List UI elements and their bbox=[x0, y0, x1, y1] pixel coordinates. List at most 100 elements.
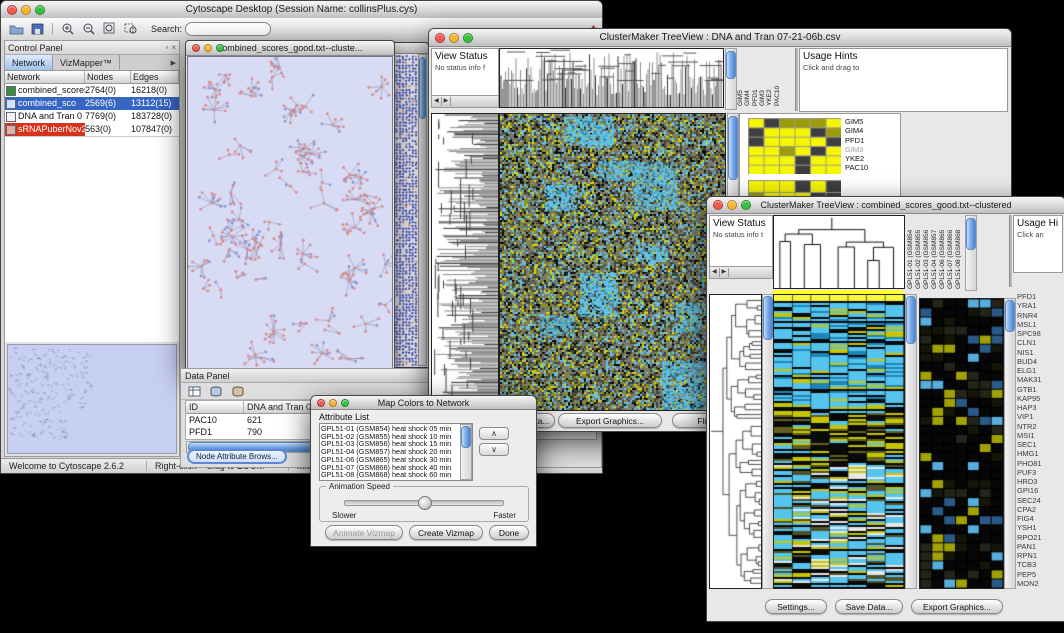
gene-label[interactable]: FIG4 bbox=[1017, 514, 1063, 523]
gene-label[interactable]: HRD3 bbox=[1017, 477, 1063, 486]
gene-label[interactable]: RPO21 bbox=[1017, 533, 1063, 542]
minimize-icon[interactable] bbox=[727, 200, 737, 210]
col-id[interactable]: ID bbox=[186, 401, 244, 413]
column-label[interactable]: GPL51-02 (GSM855 bbox=[915, 215, 923, 289]
gene-label[interactable]: TCB3 bbox=[1017, 560, 1063, 569]
column-label[interactable]: PAC10 bbox=[774, 48, 781, 106]
tv2-zoom-scrollbar[interactable] bbox=[1004, 298, 1016, 589]
gene-label[interactable]: CLN1 bbox=[1017, 338, 1063, 347]
gene-label[interactable]: GTB1 bbox=[1017, 385, 1063, 394]
search-input[interactable] bbox=[185, 22, 271, 36]
zoom-fit-icon[interactable] bbox=[101, 21, 119, 36]
matrix-row-label[interactable]: YKE2 bbox=[845, 154, 868, 163]
animate-vizmap-button[interactable]: Animate Vizmap bbox=[325, 525, 403, 540]
close-icon[interactable] bbox=[192, 44, 200, 52]
save-icon[interactable] bbox=[28, 21, 46, 36]
treeview-button[interactable]: Export Graphics... bbox=[911, 599, 1003, 614]
gene-label[interactable]: RPN1 bbox=[1017, 551, 1063, 560]
gene-label[interactable]: PHO81 bbox=[1017, 459, 1063, 468]
import-table-icon[interactable] bbox=[207, 384, 225, 399]
gene-label[interactable]: PAN1 bbox=[1017, 542, 1063, 551]
matrix-row-label[interactable]: GIM4 bbox=[845, 126, 868, 135]
done-button[interactable]: Done bbox=[489, 525, 529, 540]
zoom-out-icon[interactable] bbox=[80, 21, 98, 36]
select-attributes-icon[interactable] bbox=[185, 384, 203, 399]
scroll-right-icon[interactable]: ▶ bbox=[720, 268, 730, 277]
treeview-button[interactable]: Save Data... bbox=[835, 599, 903, 614]
minimize-icon[interactable] bbox=[329, 399, 337, 407]
dense-network-canvas[interactable] bbox=[391, 54, 418, 366]
secondary-network-scrollbar[interactable] bbox=[418, 54, 427, 366]
slider-thumb[interactable] bbox=[418, 496, 432, 510]
gene-label[interactable]: MSL1 bbox=[1017, 320, 1063, 329]
column-label[interactable]: GPL51-04 (GSM857 bbox=[931, 215, 939, 289]
gene-label[interactable]: HAP3 bbox=[1017, 403, 1063, 412]
column-label[interactable]: GPL51-06 (GSM865 bbox=[939, 215, 947, 289]
open-folder-icon[interactable] bbox=[7, 21, 25, 36]
tv2-heatmap-scrollbar[interactable] bbox=[905, 294, 917, 589]
tv2-column-scrollbar[interactable] bbox=[965, 215, 977, 291]
attribute-list-scrollbar[interactable] bbox=[460, 424, 472, 480]
tv1-column-dendrogram-canvas[interactable] bbox=[499, 48, 724, 108]
tv1-row-dendrogram-canvas[interactable] bbox=[431, 113, 499, 411]
close-panel-icon[interactable]: × bbox=[171, 44, 176, 52]
gene-label[interactable]: SEC24 bbox=[1017, 496, 1063, 505]
move-down-button[interactable]: ∨ bbox=[479, 443, 509, 456]
col-network[interactable]: Network bbox=[5, 71, 85, 83]
gene-label[interactable]: ELG1 bbox=[1017, 366, 1063, 375]
clear-table-icon[interactable] bbox=[229, 384, 247, 399]
tab-network[interactable]: Network bbox=[5, 55, 53, 70]
dialog-titlebar[interactable]: Map Colors to Network bbox=[311, 396, 536, 410]
gene-label[interactable]: NTR2 bbox=[1017, 422, 1063, 431]
network-overview[interactable] bbox=[7, 344, 177, 454]
move-up-button[interactable]: ∧ bbox=[479, 427, 509, 440]
gene-label[interactable]: MAK31 bbox=[1017, 375, 1063, 384]
gene-label[interactable]: YRA1 bbox=[1017, 301, 1063, 310]
tv1-similarity-matrix-canvas[interactable] bbox=[748, 118, 841, 174]
zoom-selection-icon[interactable] bbox=[122, 21, 140, 36]
treeview-dna-titlebar[interactable]: ClusterMaker TreeView : DNA and Tran 07-… bbox=[429, 29, 1011, 47]
network-graph-canvas[interactable] bbox=[188, 57, 392, 368]
col-nodes[interactable]: Nodes bbox=[85, 71, 131, 83]
split-divider[interactable] bbox=[795, 48, 798, 111]
column-label[interactable]: GPL51-07 (GSM866 bbox=[947, 215, 955, 289]
create-vizmap-button[interactable]: Create Vizmap bbox=[409, 525, 483, 540]
matrix-row-label[interactable]: GIM3 bbox=[845, 145, 868, 154]
animation-speed-slider[interactable] bbox=[344, 500, 504, 506]
tv2-column-dendrogram-canvas[interactable] bbox=[773, 215, 905, 289]
gene-label[interactable]: CPA2 bbox=[1017, 505, 1063, 514]
network-overview-canvas[interactable] bbox=[8, 345, 172, 447]
gene-label[interactable]: HMG1 bbox=[1017, 449, 1063, 458]
matrix-row-label[interactable]: PFD1 bbox=[845, 136, 868, 145]
split-divider[interactable] bbox=[1009, 215, 1012, 287]
gene-label[interactable]: YSH1 bbox=[1017, 523, 1063, 532]
minimize-icon[interactable] bbox=[449, 33, 459, 43]
maximize-icon[interactable] bbox=[216, 44, 224, 52]
tab-overflow-icon[interactable]: ▶ bbox=[168, 55, 179, 70]
gene-label[interactable]: PEP5 bbox=[1017, 570, 1063, 579]
node-attribute-browser-tab[interactable]: Node Attribute Brows... bbox=[187, 449, 287, 464]
treeview-button[interactable]: Export Graphics... bbox=[558, 413, 662, 428]
gene-label[interactable]: KAP95 bbox=[1017, 394, 1063, 403]
gene-label[interactable]: VIP1 bbox=[1017, 412, 1063, 421]
tab-vizmapper[interactable]: VizMapper™ bbox=[53, 55, 120, 70]
network-view-titlebar[interactable]: combined_scores_good.txt--cluste... bbox=[186, 41, 394, 56]
close-icon[interactable] bbox=[435, 33, 445, 43]
tv2-heatmap-canvas[interactable] bbox=[773, 294, 905, 589]
maximize-icon[interactable] bbox=[463, 33, 473, 43]
network-row[interactable]: combined_scores 2764(0) 16218(0) bbox=[5, 84, 179, 97]
close-icon[interactable] bbox=[713, 200, 723, 210]
gene-label[interactable]: MON2 bbox=[1017, 579, 1063, 588]
gene-label[interactable]: NIS1 bbox=[1017, 348, 1063, 357]
gene-label[interactable]: SEC1 bbox=[1017, 440, 1063, 449]
column-label[interactable]: PFD1 bbox=[752, 48, 759, 106]
treeview-button[interactable]: Settings... bbox=[765, 599, 827, 614]
network-row[interactable]: combined_sco 2569(6) 13112(15) bbox=[5, 97, 179, 110]
minimize-icon[interactable] bbox=[21, 5, 31, 15]
matrix-row-label[interactable]: PAC10 bbox=[845, 163, 868, 172]
close-icon[interactable] bbox=[317, 399, 325, 407]
gene-label[interactable]: MSI1 bbox=[1017, 431, 1063, 440]
zoom-in-icon[interactable] bbox=[59, 21, 77, 36]
tv2-zoom-heatmap-canvas[interactable] bbox=[919, 298, 1004, 589]
col-edges[interactable]: Edges bbox=[131, 71, 179, 83]
